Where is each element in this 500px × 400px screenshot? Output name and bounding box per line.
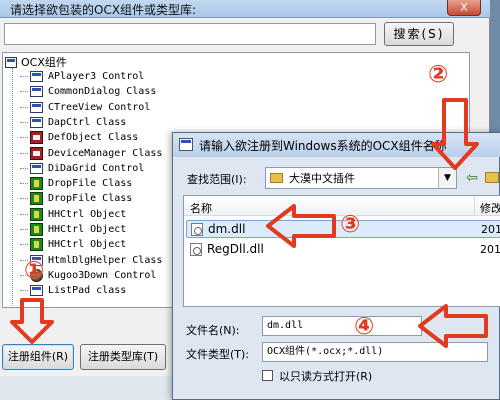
step1-number: ①	[24, 256, 45, 284]
annotation-layer	[10, 98, 488, 348]
step2-number: ②	[428, 60, 449, 88]
step3-number: ③	[340, 210, 361, 238]
step4-arrow	[418, 304, 488, 348]
step4-number: ④	[354, 312, 375, 340]
step3-arrow	[266, 204, 336, 248]
step2-arrow	[431, 98, 479, 170]
step1-arrow	[10, 298, 54, 344]
